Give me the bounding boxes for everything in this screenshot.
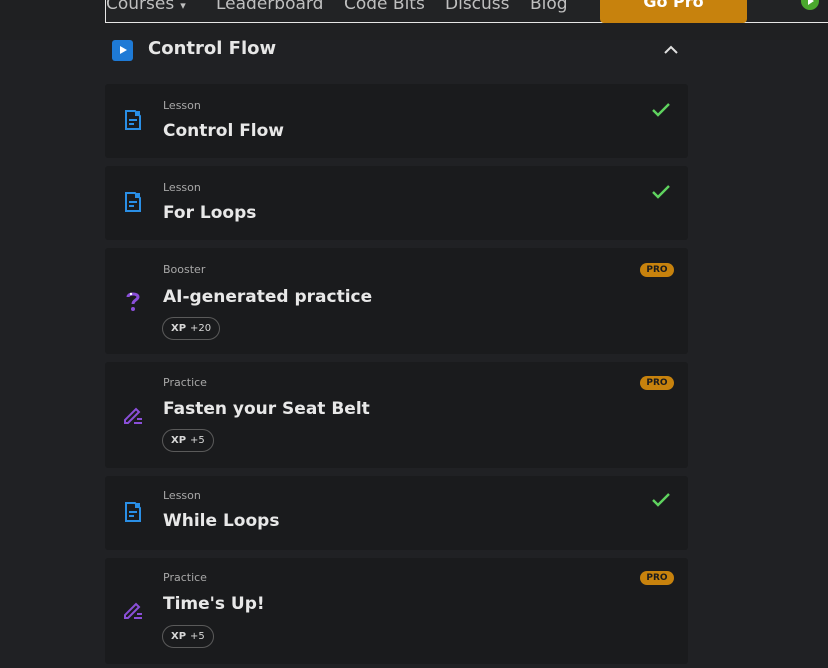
- item-title: For Loops: [163, 203, 257, 223]
- chevron-down-icon: ▾: [180, 0, 186, 12]
- xp-pill: XP +5: [162, 625, 214, 648]
- nav-leaderboard[interactable]: Leaderboard: [216, 0, 323, 14]
- xp-pill: XP +5: [162, 429, 214, 452]
- check-icon: [652, 185, 670, 199]
- nav-blog[interactable]: Blog: [530, 0, 568, 14]
- xp-pill: XP +20: [162, 317, 221, 340]
- lesson-doc-icon: [125, 192, 141, 212]
- chevron-up-icon[interactable]: [663, 42, 679, 58]
- pencil-icon: [124, 407, 142, 424]
- pro-badge: PRO: [640, 376, 674, 390]
- question-icon: [126, 292, 140, 311]
- item-type: Lesson: [163, 181, 201, 194]
- pro-badge: PRO: [640, 571, 674, 585]
- item-title: Time's Up!: [163, 594, 265, 614]
- practice-card[interactable]: Practice PRO Time's Up! XP +5: [105, 558, 688, 664]
- nav-discuss[interactable]: Discuss: [445, 0, 510, 14]
- check-icon: [652, 493, 670, 507]
- practice-card[interactable]: Practice PRO Fasten your Seat Belt XP +5: [105, 362, 688, 468]
- item-type: Practice: [163, 376, 207, 389]
- nav-code-bits[interactable]: Code Bits: [344, 0, 425, 14]
- lesson-card[interactable]: Lesson For Loops: [105, 166, 688, 240]
- item-title: While Loops: [163, 511, 280, 531]
- item-type: Lesson: [163, 99, 201, 112]
- nav-courses[interactable]: Courses ▾: [106, 0, 186, 14]
- go-pro-button[interactable]: Go Pro: [600, 0, 747, 23]
- module-title: Control Flow: [148, 38, 277, 59]
- lesson-doc-icon: [125, 110, 141, 130]
- item-title: Fasten your Seat Belt: [163, 399, 370, 419]
- item-title: Control Flow: [163, 121, 285, 141]
- item-title: AI-generated practice: [163, 287, 373, 307]
- lesson-card[interactable]: Lesson While Loops: [105, 476, 688, 550]
- item-type: Booster: [163, 263, 206, 276]
- pencil-icon: [124, 602, 142, 619]
- booster-card[interactable]: Booster PRO AI-generated practice XP +20: [105, 248, 688, 354]
- pro-badge: PRO: [640, 263, 674, 277]
- item-type: Lesson: [163, 489, 201, 502]
- lesson-doc-icon: [125, 502, 141, 522]
- check-icon: [652, 103, 670, 117]
- item-type: Practice: [163, 571, 207, 584]
- lesson-card[interactable]: Lesson Control Flow: [105, 84, 688, 158]
- play-icon: [112, 40, 133, 61]
- module-header[interactable]: Control Flow: [105, 28, 688, 72]
